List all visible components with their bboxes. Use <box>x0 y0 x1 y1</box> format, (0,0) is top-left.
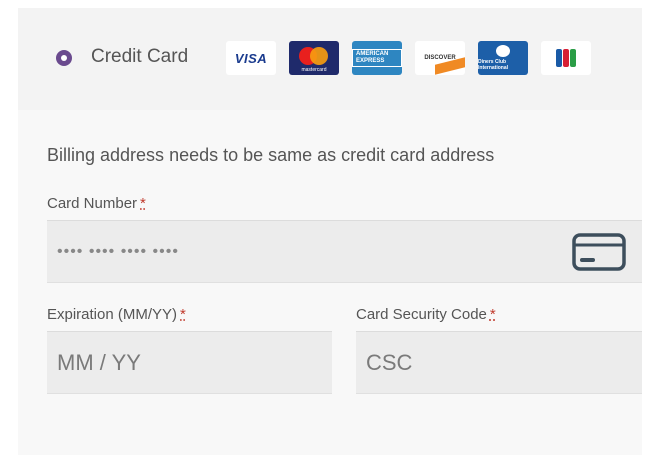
expiration-label: Expiration (MM/YY) * <box>47 306 186 323</box>
card-number-label: Card Number * <box>47 195 146 212</box>
card-logos: VISA mastercard AMERICAN EXPRESS DISCOVE… <box>226 41 604 75</box>
payment-panel: Credit Card VISA mastercard AMERICAN EXP… <box>18 8 642 455</box>
security-code-input[interactable]: CSC <box>356 331 642 394</box>
jcb-logo <box>541 41 591 75</box>
required-mark: * <box>180 306 186 323</box>
credit-card-radio[interactable] <box>56 50 72 66</box>
expiration-placeholder: MM / YY <box>57 349 141 375</box>
security-code-placeholder: CSC <box>366 349 413 375</box>
amex-logo: AMERICAN EXPRESS <box>352 41 402 75</box>
required-mark: * <box>489 306 496 323</box>
discover-logo: DISCOVER <box>415 41 465 75</box>
expiration-input[interactable]: MM / YY <box>47 331 332 394</box>
diners-club-logo: Diners Club International <box>478 41 528 75</box>
credit-card-icon <box>572 233 626 271</box>
visa-logo: VISA <box>226 41 276 75</box>
card-number-placeholder: •••• •••• •••• •••• <box>57 242 179 260</box>
payment-method-row[interactable]: Credit Card VISA mastercard AMERICAN EXP… <box>18 8 642 110</box>
security-code-label: Card Security Code * <box>356 306 496 323</box>
billing-notice: Billing address needs to be same as cred… <box>47 145 495 165</box>
payment-method-label: Credit Card <box>91 46 189 67</box>
card-number-input[interactable]: •••• •••• •••• •••• <box>47 220 642 283</box>
required-mark: * <box>140 195 146 212</box>
mastercard-logo: mastercard <box>289 41 339 75</box>
